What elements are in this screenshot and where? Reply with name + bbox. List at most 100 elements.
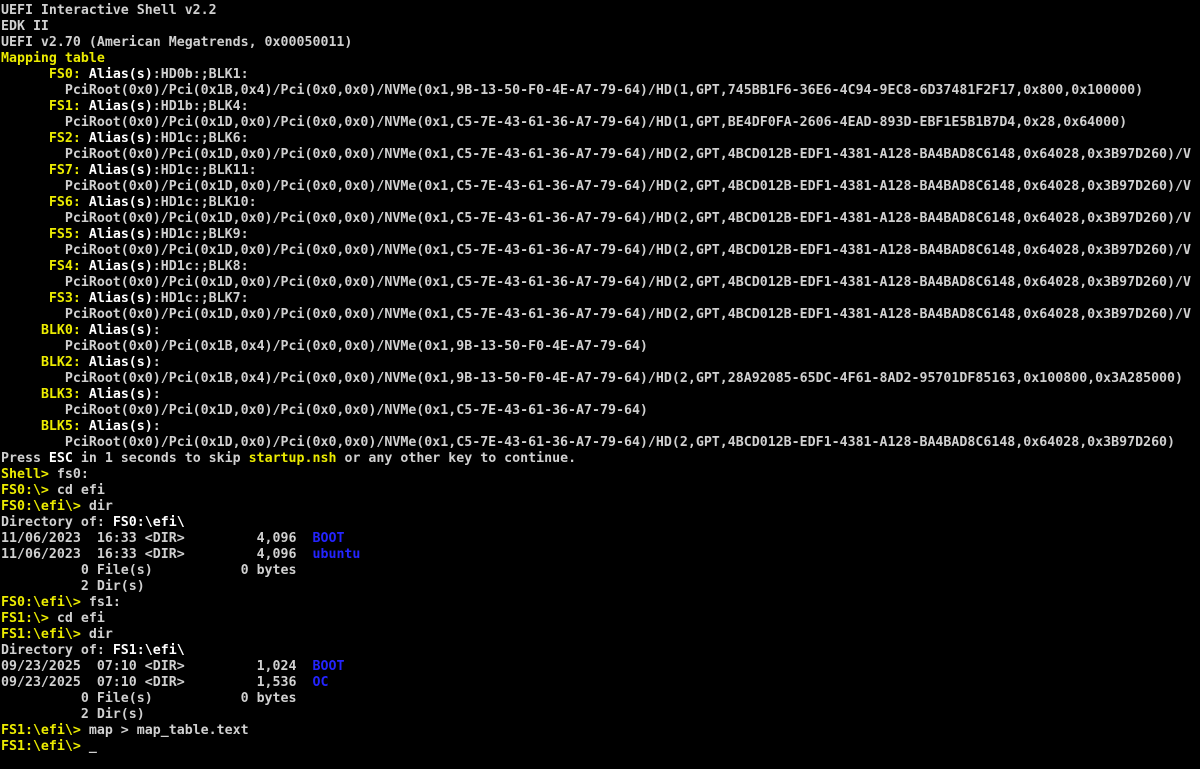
terminal-text-segment: 09/23/2025 07:10 <DIR> 1,024 bbox=[1, 659, 313, 674]
device-path-fs5: PciRoot(0x0)/Pci(0x1D,0x0)/Pci(0x0,0x0)/… bbox=[1, 243, 1200, 259]
terminal-text-segment: :HD1c:;BLK7: bbox=[152, 291, 249, 306]
terminal-text-segment: 2 Dir(s) bbox=[1, 707, 145, 722]
terminal-text-segment: Alias(s) bbox=[88, 259, 153, 274]
terminal-output: UEFI Interactive Shell v2.2 EDK II UEFI v2… bbox=[1, 3, 1200, 755]
terminal-text-segment: Mapping table bbox=[1, 51, 105, 66]
terminal-text-segment: BLK5: bbox=[40, 419, 81, 434]
terminal-text-segment: :HD1c:;BLK11: bbox=[152, 163, 257, 178]
terminal-text-segment: Shell> bbox=[1, 467, 57, 482]
terminal-text-segment: BOOT bbox=[312, 531, 345, 546]
directory-of-fs0: Directory of: FS0:\efi\ bbox=[1, 515, 1200, 531]
terminal-text-segment: FS1:\efi\> bbox=[1, 627, 89, 642]
terminal-text-segment: FS1: bbox=[48, 99, 81, 114]
map-entry-fs2: FS2: Alias(s):HD1c:;BLK6: bbox=[1, 131, 1200, 147]
device-path-fs6: PciRoot(0x0)/Pci(0x1D,0x0)/Pci(0x0,0x0)/… bbox=[1, 211, 1200, 227]
terminal-text-segment: FS5: bbox=[48, 227, 81, 242]
terminal-text-segment: : bbox=[152, 323, 161, 338]
terminal-text-segment: Alias(s) bbox=[88, 195, 153, 210]
terminal-text-segment: : bbox=[152, 419, 161, 434]
terminal-text-segment: BOOT bbox=[312, 659, 345, 674]
terminal-text-segment: PciRoot(0x0)/Pci(0x1D,0x0)/Pci(0x0,0x0)/… bbox=[1, 275, 1192, 290]
map-entry-fs5: FS5: Alias(s):HD1c:;BLK9: bbox=[1, 227, 1200, 243]
terminal-text-segment: FS1:\efi\ bbox=[112, 643, 185, 658]
prompt-fs0-root: FS0:\> cd efi bbox=[1, 483, 1200, 499]
terminal-text-segment: 09/23/2025 07:10 <DIR> 1,536 bbox=[1, 675, 313, 690]
terminal-text-segment: fs0: bbox=[56, 467, 89, 482]
terminal-text-segment: BLK3: bbox=[40, 387, 81, 402]
mapping-table-header: Mapping table bbox=[1, 51, 1200, 67]
terminal-text-segment: FS4: bbox=[48, 259, 81, 274]
uefi-shell-screen[interactable]: UEFI Interactive Shell v2.2 EDK II UEFI v2… bbox=[0, 0, 1200, 769]
terminal-text-segment: FS0: bbox=[48, 67, 81, 82]
terminal-text-segment: Alias(s) bbox=[88, 99, 153, 114]
terminal-text-segment: fs1: bbox=[88, 595, 121, 610]
terminal-text-segment: :HD1c:;BLK10: bbox=[152, 195, 257, 210]
map-entry-blk5: BLK5: Alias(s): bbox=[1, 419, 1200, 435]
firmware-version-line: UEFI v2.70 (American Megatrends, 0x00050… bbox=[1, 35, 1200, 51]
terminal-text-segment: Alias(s) bbox=[88, 131, 153, 146]
terminal-text-segment: FS0:\efi\ bbox=[112, 515, 185, 530]
terminal-text-segment: BLK2: bbox=[40, 355, 81, 370]
map-entry-blk0: BLK0: Alias(s): bbox=[1, 323, 1200, 339]
terminal-text-segment: OC bbox=[312, 675, 329, 690]
prompt-fs1-efi: FS1:\efi\> dir bbox=[1, 627, 1200, 643]
prompt-shell: Shell> fs0: bbox=[1, 467, 1200, 483]
device-path-fs2: PciRoot(0x0)/Pci(0x1D,0x0)/Pci(0x0,0x0)/… bbox=[1, 147, 1200, 163]
prompt-fs0-to-fs1: FS0:\efi\> fs1: bbox=[1, 595, 1200, 611]
map-entry-fs7: FS7: Alias(s):HD1c:;BLK11: bbox=[1, 163, 1200, 179]
terminal-text-segment: :HD1c:;BLK8: bbox=[152, 259, 249, 274]
dir-row-boot-fs1: 09/23/2025 07:10 <DIR> 1,024 BOOT bbox=[1, 659, 1200, 675]
terminal-text-segment: PciRoot(0x0)/Pci(0x1D,0x0)/Pci(0x0,0x0)/… bbox=[1, 435, 1176, 450]
dir-summary-fs1: 2 Dir(s) bbox=[1, 707, 1200, 723]
device-path-fs0: PciRoot(0x0)/Pci(0x1B,0x4)/Pci(0x0,0x0)/… bbox=[1, 83, 1200, 99]
terminal-text-segment: PciRoot(0x0)/Pci(0x1B,0x4)/Pci(0x0,0x0)/… bbox=[1, 371, 1184, 386]
device-path-blk2: PciRoot(0x0)/Pci(0x1B,0x4)/Pci(0x0,0x0)/… bbox=[1, 371, 1200, 387]
terminal-text-segment: BLK0: bbox=[40, 323, 81, 338]
terminal-text-segment: FS2: bbox=[48, 131, 81, 146]
terminal-text-segment: FS1:\efi\> bbox=[1, 723, 89, 738]
map-entry-fs0: FS0: Alias(s):HD0b:;BLK1: bbox=[1, 67, 1200, 83]
directory-of-fs1: Directory of: FS1:\efi\ bbox=[1, 643, 1200, 659]
terminal-text-segment: :HD0b:;BLK1: bbox=[152, 67, 249, 82]
terminal-text-segment: UEFI v2.70 (American Megatrends, 0x00050… bbox=[1, 35, 353, 50]
terminal-text-segment: in 1 seconds to skip bbox=[72, 451, 249, 466]
terminal-text-segment: : bbox=[152, 387, 161, 402]
terminal-text-segment: startup.nsh bbox=[248, 451, 337, 466]
terminal-text-segment: dir bbox=[88, 499, 113, 514]
terminal-text-segment: Directory of: bbox=[1, 515, 113, 530]
terminal-text-segment: PciRoot(0x0)/Pci(0x1B,0x4)/Pci(0x0,0x0)/… bbox=[1, 339, 648, 354]
terminal-text-segment: 2 Dir(s) bbox=[1, 579, 145, 594]
terminal-text-segment: Alias(s) bbox=[88, 163, 153, 178]
cursor: _ bbox=[88, 739, 97, 754]
shell-version-line: UEFI Interactive Shell v2.2 bbox=[1, 3, 1200, 19]
terminal-text-segment: FS1:\> bbox=[1, 611, 57, 626]
startup-skip-message: Press ESC in 1 seconds to skip startup.n… bbox=[1, 451, 1200, 467]
terminal-text-segment: 11/06/2023 16:33 <DIR> 4,096 bbox=[1, 547, 313, 562]
terminal-text-segment: PciRoot(0x0)/Pci(0x1D,0x0)/Pci(0x0,0x0)/… bbox=[1, 307, 1192, 322]
terminal-text-segment: :HD1c:;BLK6: bbox=[152, 131, 249, 146]
terminal-text-segment: : bbox=[152, 355, 161, 370]
terminal-text-segment: :HD1b:;BLK4: bbox=[152, 99, 249, 114]
device-path-blk0: PciRoot(0x0)/Pci(0x1B,0x4)/Pci(0x0,0x0)/… bbox=[1, 339, 1200, 355]
terminal-text-segment: 0 File(s) 0 bytes bbox=[1, 563, 297, 578]
terminal-text-segment: PciRoot(0x0)/Pci(0x1D,0x0)/Pci(0x0,0x0)/… bbox=[1, 115, 1128, 130]
